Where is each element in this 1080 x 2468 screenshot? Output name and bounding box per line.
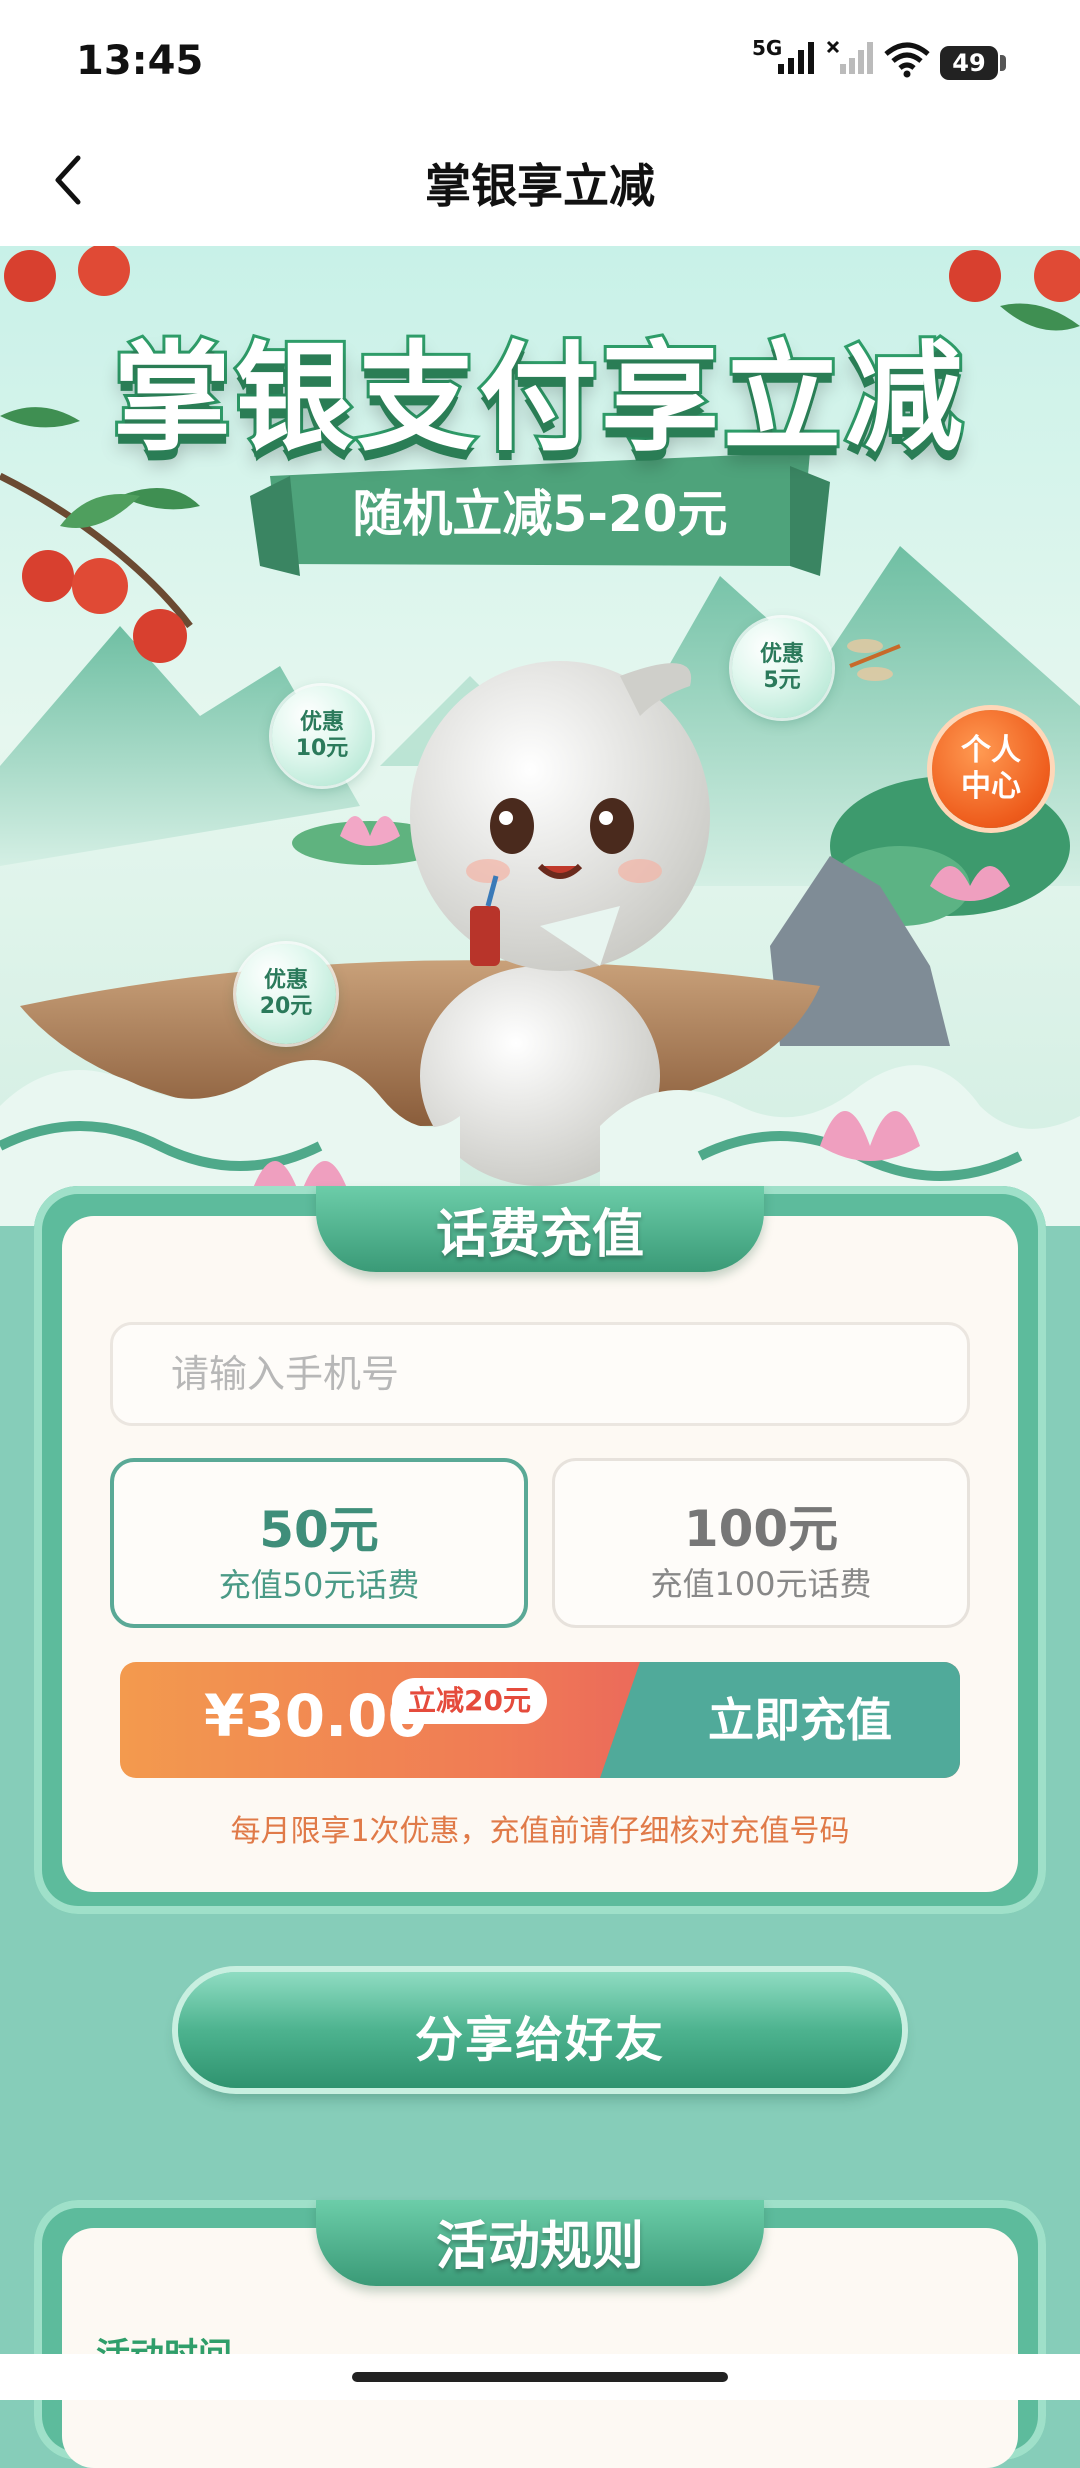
option-description: 充值50元话费 xyxy=(218,1566,420,1604)
home-indicator[interactable] xyxy=(352,2372,728,2382)
discount-bubble-5: 优惠 5元 xyxy=(732,618,832,718)
option-amount: 50元 xyxy=(259,1501,379,1559)
status-time: 13:45 xyxy=(76,38,204,84)
wifi-icon xyxy=(884,42,930,78)
discount-tag: 立减20元 xyxy=(392,1678,547,1724)
bubble-amount: 20元 xyxy=(259,994,313,1019)
page-title: 掌银享立减 xyxy=(425,159,655,213)
option-amount: 100元 xyxy=(683,1500,839,1558)
hero-banner: 掌银支付享立减 随机立减5-20元 优惠 10元 优惠 5元 优惠 20元 个人… xyxy=(0,246,1080,1226)
cellular-signal-icon xyxy=(778,42,814,74)
bubble-amount: 10元 xyxy=(295,736,349,761)
hero-title: 掌银支付享立减 xyxy=(110,326,967,470)
bubble-label: 优惠 xyxy=(263,968,308,993)
share-button-label: 分享给好友 xyxy=(414,2012,665,2068)
pay-bar: ¥30.00 立减20元 立即充值 xyxy=(120,1662,960,1778)
personal-center-button[interactable]: 个人 中心 xyxy=(932,710,1050,828)
recharge-option-100[interactable]: 100元 充值100元话费 xyxy=(552,1458,970,1628)
bubble-label: 优惠 xyxy=(759,642,804,667)
bubble-amount: 5元 xyxy=(763,668,801,693)
battery-icon: 49 xyxy=(940,46,998,80)
personal-center-label-2: 中心 xyxy=(961,769,1021,804)
navigation-bar: 掌银享立减 xyxy=(0,120,1080,246)
option-description: 充值100元话费 xyxy=(650,1565,872,1603)
rules-card-title: 活动规则 xyxy=(435,2217,644,2277)
recharge-option-50[interactable]: 50元 充值50元话费 xyxy=(110,1458,528,1628)
status-bar: 13:45 5G 49 xyxy=(0,0,1080,120)
battery-tip xyxy=(1000,55,1006,71)
personal-center-label-1: 个人 xyxy=(961,733,1021,768)
cellular-signal-no-service-icon xyxy=(826,40,873,74)
share-to-friends-button[interactable]: 分享给好友 xyxy=(178,1972,902,2088)
discount-bubble-20: 优惠 20元 xyxy=(236,944,336,1044)
recharge-notice: 每月限享1次优惠，充值前请仔细核对充值号码 xyxy=(230,1814,850,1849)
recharge-now-button[interactable]: 立即充值 xyxy=(640,1662,960,1778)
phone-number-input[interactable] xyxy=(110,1322,970,1426)
bubble-label: 优惠 xyxy=(299,710,344,735)
discount-bubble-10: 优惠 10元 xyxy=(272,686,372,786)
hero-subtitle-ribbon: 随机立减5-20元 xyxy=(352,485,728,543)
recharge-card-title: 话费充值 xyxy=(435,1205,644,1265)
